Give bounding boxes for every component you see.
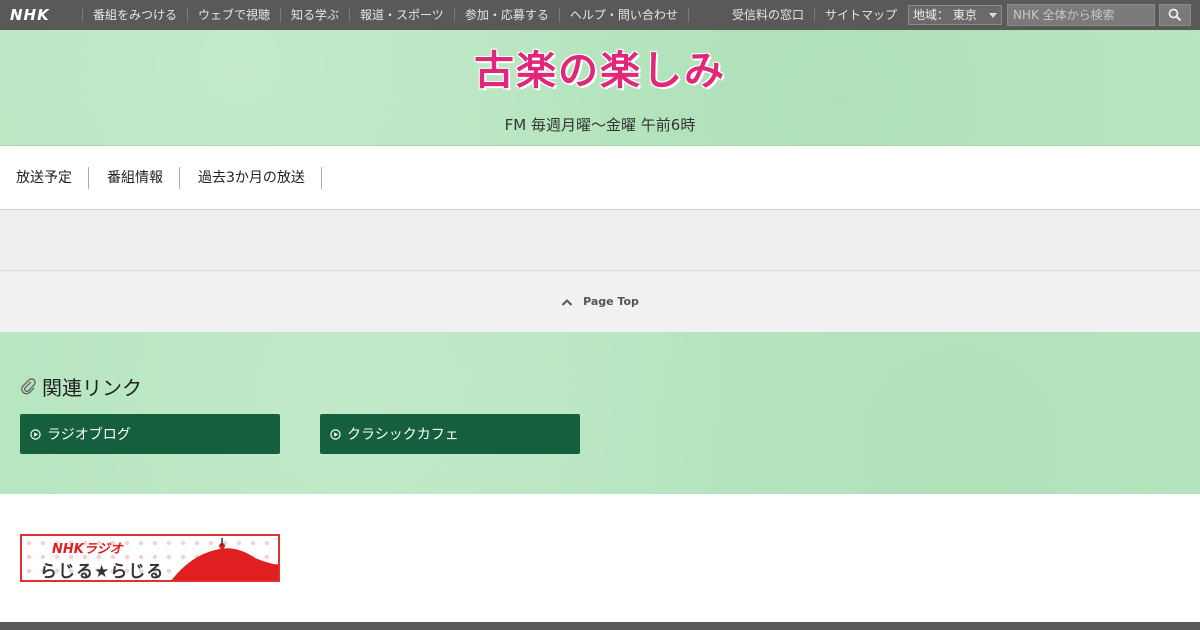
play-circle-icon xyxy=(30,428,41,440)
tab-past-broadcasts[interactable]: 過去3か月の放送 xyxy=(198,166,322,189)
global-nav-right-menu: 受信料の窓口 サイトマップ xyxy=(722,0,907,30)
global-nav-item-learn[interactable]: 知る学ぶ xyxy=(280,8,349,22)
banner-line1: NHKラジオ xyxy=(52,542,123,557)
nhk-logo[interactable]: NHK xyxy=(0,0,82,30)
nav-divider xyxy=(687,8,689,22)
search-button[interactable] xyxy=(1159,4,1191,26)
banner-line2: らじる★らじる xyxy=(40,562,165,582)
paperclip-icon xyxy=(21,377,36,394)
related-links-title: 関連リンク xyxy=(42,376,142,400)
play-circle-icon xyxy=(330,428,341,440)
global-nav-item-help[interactable]: ヘルプ・問い合わせ xyxy=(558,8,688,22)
link-label: クラシックカフェ xyxy=(347,427,459,443)
broadcast-schedule: FM 毎週月曜～金曜 午前6時 xyxy=(504,116,696,134)
program-subnav: 放送予定 番組情報 過去3か月の放送 xyxy=(0,146,1200,210)
page-top-band: Page Top xyxy=(0,271,1200,332)
footer-bar xyxy=(0,622,1200,630)
tab-schedule[interactable]: 放送予定 xyxy=(16,166,89,189)
search-input[interactable]: NHK 全体から検索 xyxy=(1007,4,1155,26)
global-nav-item-find-programs[interactable]: 番組をみつける xyxy=(82,8,187,22)
global-nav-item-watch-web[interactable]: ウェブで視聴 xyxy=(187,8,280,22)
region-select-value: 地域： 東京 xyxy=(913,8,977,22)
global-nav-item-sitemap[interactable]: サイトマップ xyxy=(814,8,907,22)
global-nav-item-fee[interactable]: 受信料の窓口 xyxy=(722,8,814,22)
program-header: 古楽の楽しみ FM 毎週月曜～金曜 午前6時 xyxy=(0,30,1200,146)
global-nav-bar: NHK 番組をみつける ウェブで視聴 知る学ぶ 報道・スポーツ 参加・応募する … xyxy=(0,0,1200,30)
page-top-label: Page Top xyxy=(583,295,639,308)
empty-content-band xyxy=(0,210,1200,271)
link-button-classic-cafe[interactable]: クラシックカフェ xyxy=(320,414,580,454)
link-button-radio-blog[interactable]: ラジオブログ xyxy=(20,414,280,454)
region-select[interactable]: 地域： 東京 xyxy=(908,5,1002,25)
related-links-section: 関連リンク ラジオブログ クラシックカフェ xyxy=(0,332,1200,494)
global-nav-item-participate[interactable]: 参加・応募する xyxy=(453,8,559,22)
link-label: ラジオブログ xyxy=(47,427,131,443)
global-nav-menu: 番組をみつける ウェブで視聴 知る学ぶ 報道・スポーツ 参加・応募する ヘルプ・… xyxy=(82,0,689,30)
global-nav-item-news-sports[interactable]: 報道・スポーツ xyxy=(349,8,454,22)
program-title-logo[interactable]: 古楽の楽しみ xyxy=(0,38,1200,96)
related-links-heading: 関連リンク xyxy=(20,372,142,401)
chevron-down-icon xyxy=(989,13,997,18)
radiru-mascot-icon xyxy=(171,538,278,580)
chevron-up-icon xyxy=(561,298,573,306)
tab-program-info[interactable]: 番組情報 xyxy=(107,166,180,189)
page-top-link[interactable]: Page Top xyxy=(561,295,639,308)
radiru-banner[interactable]: NHKラジオ らじる★らじる xyxy=(20,534,280,582)
search-icon xyxy=(1168,8,1182,22)
